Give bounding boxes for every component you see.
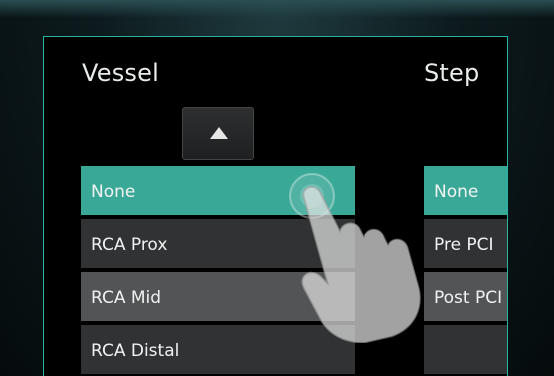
step-list: None Pre PCI Post PCI <box>424 166 507 376</box>
vessel-list: None RCA Prox RCA Mid RCA Distal <box>81 166 355 376</box>
step-item-post-pci[interactable]: Post PCI <box>424 272 507 325</box>
step-item-none[interactable]: None <box>424 166 507 219</box>
step-title: Step <box>424 59 480 87</box>
vessel-item-none[interactable]: None <box>81 166 355 219</box>
triangle-up-icon <box>210 127 228 139</box>
vessel-item-rca-mid[interactable]: RCA Mid <box>81 272 355 325</box>
vessel-scroll-up-button[interactable] <box>182 107 254 160</box>
selection-panel: Vessel Step None RCA Prox RCA Mid RCA Di… <box>43 36 508 376</box>
step-item-empty[interactable] <box>424 325 507 376</box>
vessel-item-rca-distal[interactable]: RCA Distal <box>81 325 355 376</box>
step-item-pre-pci[interactable]: Pre PCI <box>424 219 507 272</box>
vessel-item-rca-prox[interactable]: RCA Prox <box>81 219 355 272</box>
vessel-title: Vessel <box>82 59 159 87</box>
top-bar <box>0 0 554 18</box>
